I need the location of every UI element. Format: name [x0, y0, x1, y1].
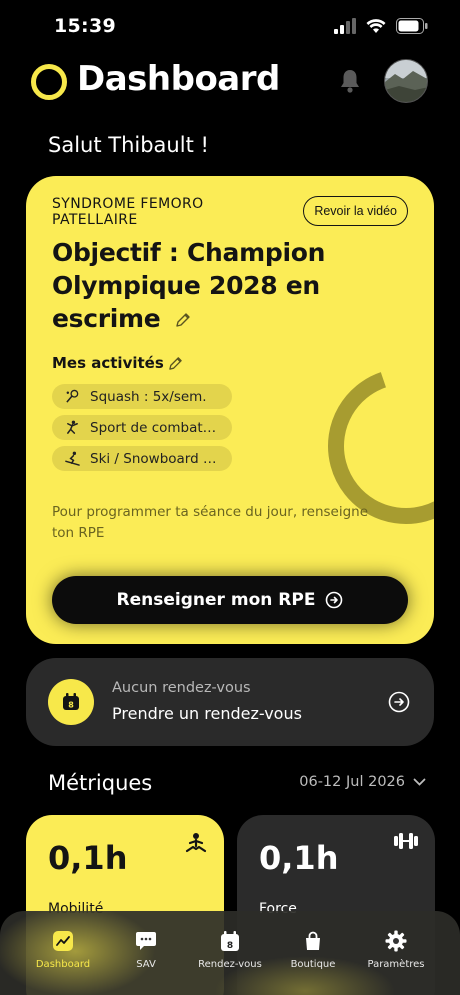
metric-value: 0,1h	[48, 839, 128, 877]
signal-icon	[334, 18, 356, 34]
meditation-icon	[185, 833, 207, 853]
bell-icon[interactable]	[338, 68, 362, 94]
metrics-title: Métriques	[48, 771, 153, 795]
battery-icon	[396, 18, 428, 34]
fill-rpe-button[interactable]: Renseigner mon RPE	[52, 576, 408, 624]
no-appointment-label: Aucun rendez-vous	[112, 680, 251, 696]
activity-chip[interactable]: Sport de combat…	[52, 415, 232, 440]
gear-icon	[384, 929, 408, 953]
bottom-tab-bar: Dashboard SAV 8 Rendez-vous Boutique Par…	[0, 911, 460, 995]
tab-label: Rendez-vous	[198, 959, 262, 970]
metric-value: 0,1h	[259, 839, 339, 877]
ski-icon	[64, 451, 80, 467]
tab-settings[interactable]: Paramètres	[350, 929, 442, 970]
dumbbell-icon	[394, 833, 418, 849]
calendar-icon: 8	[218, 929, 242, 953]
tab-label: Paramètres	[367, 959, 425, 970]
rpe-hint: Pour programmer ta séance du jour, rense…	[52, 504, 369, 541]
tab-appointments[interactable]: 8 Rendez-vous	[184, 929, 276, 970]
date-range-label: 06-12 Jul 2026	[299, 774, 405, 790]
app-logo	[31, 64, 67, 100]
arrow-right-circle-icon	[326, 591, 343, 609]
activity-label: Squash : 5x/sem.	[90, 388, 207, 405]
page-title: Dashboard	[77, 59, 280, 99]
edit-activities-icon[interactable]	[168, 356, 183, 371]
appointment-card[interactable]: 8 Aucun rendez-vous Prendre un rendez-vo…	[26, 658, 434, 746]
edit-goal-icon[interactable]	[175, 312, 191, 328]
arrow-right-circle-icon	[388, 691, 410, 713]
chevron-down-icon	[413, 778, 426, 786]
status-bar: 15:39	[0, 0, 460, 54]
calendar-icon: 8	[48, 679, 94, 725]
goal-card: SYNDROME FEMORO PATELLAIRE Revoir la vid…	[26, 176, 434, 644]
tab-dashboard[interactable]: Dashboard	[17, 929, 109, 970]
activity-label: Sport de combat…	[90, 419, 217, 436]
svg-text:8: 8	[68, 701, 74, 710]
greeting: Salut Thibault !	[48, 133, 209, 157]
activities-title: Mes activités	[52, 354, 164, 372]
syndrome-label: SYNDROME FEMORO PATELLAIRE	[52, 196, 204, 228]
svg-text:8: 8	[227, 941, 233, 951]
activity-chip[interactable]: Ski / Snowboard …	[52, 446, 232, 471]
status-icons	[334, 18, 428, 34]
chat-icon	[134, 929, 158, 953]
activity-chip[interactable]: Squash : 5x/sem.	[52, 384, 232, 409]
chart-icon	[51, 929, 75, 953]
tab-shop[interactable]: Boutique	[267, 929, 359, 970]
replay-video-button[interactable]: Revoir la vidéo	[303, 196, 408, 226]
fill-rpe-label: Renseigner mon RPE	[116, 590, 316, 610]
tab-label: Dashboard	[35, 959, 91, 970]
combat-sport-icon	[64, 420, 80, 436]
avatar[interactable]	[384, 59, 428, 103]
avatar-image	[385, 60, 427, 102]
tab-label: Boutique	[290, 959, 336, 970]
squash-icon	[64, 389, 80, 405]
activity-label: Ski / Snowboard …	[90, 450, 217, 467]
bag-icon	[301, 929, 325, 953]
goal-title[interactable]: Objectif : Champion Olympique 2028 en es…	[52, 236, 372, 335]
activity-list: Squash : 5x/sem. Sport de combat… Ski / …	[52, 384, 232, 471]
tab-label: SAV	[136, 959, 156, 970]
date-range-selector[interactable]: 06-12 Jul 2026	[299, 774, 426, 790]
app-header: Dashboard	[0, 56, 460, 108]
tab-sav[interactable]: SAV	[100, 929, 192, 970]
status-time: 15:39	[54, 15, 116, 37]
wifi-icon	[366, 18, 386, 33]
book-appointment-label: Prendre un rendez-vous	[112, 704, 302, 723]
